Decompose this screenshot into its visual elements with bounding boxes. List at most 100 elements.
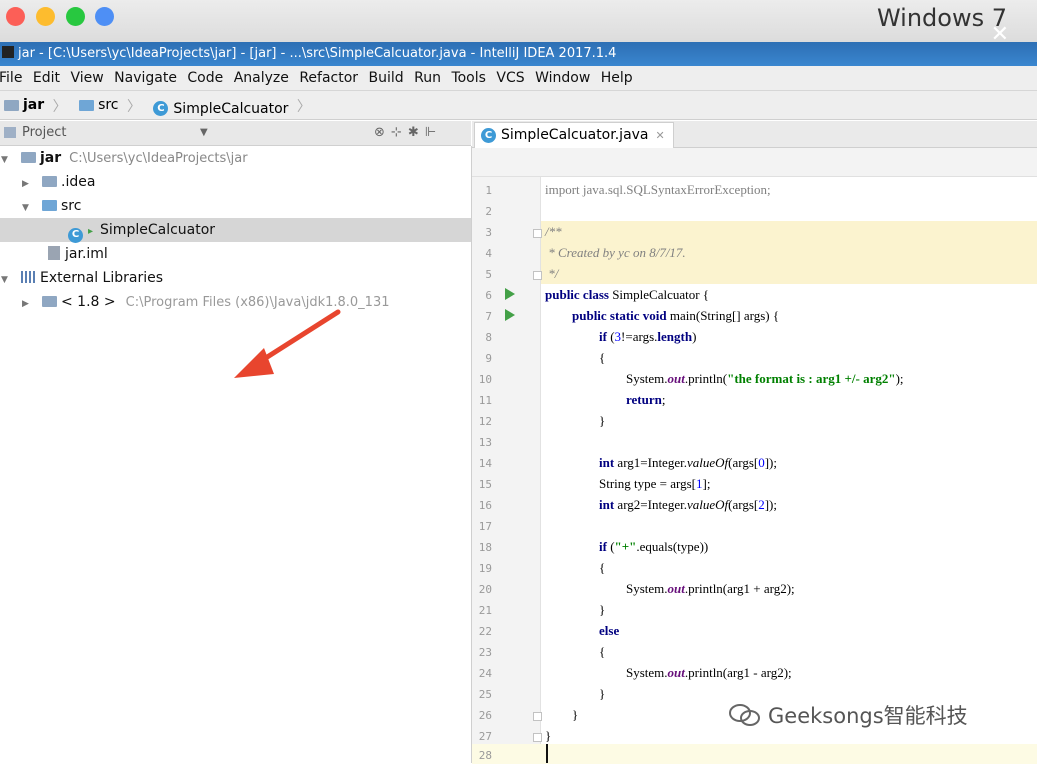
menu-edit[interactable]: Edit	[33, 66, 60, 90]
source-folder-icon	[42, 200, 57, 211]
code-token: arg2=Integer.	[617, 497, 687, 512]
code-token: out	[667, 371, 685, 386]
editor-tab-strip: C SimpleCalcuator.java ✕	[472, 121, 1037, 148]
code-line-15: String type = args[1];	[599, 476, 710, 492]
expand-arrow-icon[interactable]: ▼	[1, 268, 11, 292]
line-number: 8	[485, 331, 492, 344]
code-line-21: }	[599, 602, 606, 617]
menu-view[interactable]: View	[70, 66, 103, 90]
expand-arrow-icon[interactable]: ▼	[1, 148, 11, 172]
expand-arrow-icon[interactable]: ▶	[22, 292, 32, 316]
breadcrumb-label: jar	[23, 97, 45, 113]
code-token: int	[599, 497, 618, 512]
tree-item-simplecalcuator[interactable]: C ▸ SimpleCalcuator	[0, 218, 471, 243]
code-token: public class	[545, 287, 613, 302]
code-token: ];	[702, 476, 711, 491]
folder-icon	[4, 99, 19, 111]
fold-marker-icon[interactable]	[533, 229, 542, 238]
tab-label: SimpleCalcuator.java	[501, 127, 649, 143]
fold-marker-icon[interactable]	[533, 712, 542, 721]
chevron-down-icon[interactable]: ▼	[200, 121, 208, 145]
breadcrumb-src[interactable]: src	[79, 91, 119, 119]
code-token: ]);	[764, 455, 777, 470]
fold-marker-icon[interactable]	[533, 271, 542, 280]
tree-item-label: .idea	[61, 174, 96, 190]
line-number: 15	[478, 478, 492, 491]
code-token: System.	[626, 665, 668, 680]
code-line-19: {	[599, 560, 606, 575]
watermark: Geeksongs智能科技	[728, 700, 968, 730]
code-token: .equals(type))	[636, 539, 709, 554]
collapse-icon[interactable]: ⊹	[391, 125, 408, 140]
breadcrumb-jar[interactable]: jar	[4, 91, 44, 119]
breadcrumb-class[interactable]: C SimpleCalcuator	[153, 95, 288, 123]
menu-build[interactable]: Build	[369, 66, 404, 90]
line-number: 11	[478, 394, 492, 407]
code-line-23: {	[599, 644, 606, 659]
line-number: 22	[478, 625, 492, 638]
run-gutter-icon[interactable]	[505, 288, 515, 300]
menu-run[interactable]: Run	[414, 66, 441, 90]
menu-window[interactable]: Window	[535, 66, 590, 90]
line-number: 10	[478, 373, 492, 386]
tree-item-src[interactable]: ▼ src	[0, 194, 471, 218]
menu-tools[interactable]: Tools	[451, 66, 486, 90]
code-line-10: System.out.println("the format is : arg1…	[626, 371, 904, 387]
line-number: 3	[485, 226, 492, 239]
code-token: (args[	[728, 455, 759, 470]
menu-file[interactable]: File	[0, 66, 22, 90]
tree-item-idea[interactable]: ▶ .idea	[0, 170, 471, 194]
tree-item-jar-iml[interactable]: jar.iml	[0, 242, 471, 266]
breadcrumb-label: SimpleCalcuator	[173, 100, 289, 117]
fold-marker-icon[interactable]	[533, 733, 542, 742]
expand-arrow-icon[interactable]: ▼	[22, 196, 32, 220]
line-number: 13	[478, 436, 492, 449]
line-number: 4	[485, 247, 492, 260]
menu-help[interactable]: Help	[601, 66, 633, 90]
menu-analyze[interactable]: Analyze	[234, 66, 289, 90]
line-number: 9	[485, 352, 492, 365]
menu-navigate[interactable]: Navigate	[114, 66, 177, 90]
code-token: return	[626, 392, 662, 407]
gear-icon[interactable]: ✱	[408, 125, 425, 140]
line-number: 26	[478, 709, 492, 722]
code-line-20: System.out.println(arg1 + arg2);	[626, 581, 795, 597]
code-token: "+"	[614, 539, 637, 554]
code-token: !=args.	[621, 329, 658, 344]
minimize-traffic-light[interactable]	[36, 7, 55, 26]
expand-arrow-icon[interactable]: ▶	[22, 172, 32, 196]
sync-icon[interactable]: ⊗	[374, 125, 391, 140]
code-token: public static void	[572, 308, 670, 323]
close-icon[interactable]: ✕	[991, 24, 1009, 46]
tree-item-external-libraries[interactable]: ▼ External Libraries	[0, 266, 471, 290]
breadcrumb: jar 〉 src 〉 C SimpleCalcuator 〉	[0, 91, 1037, 120]
close-icon[interactable]: ✕	[656, 123, 665, 148]
menu-vcs[interactable]: VCS	[496, 66, 524, 90]
tree-item-jar[interactable]: ▼ jar C:\Users\yc\IdeaProjects\jar	[0, 146, 471, 170]
line-number: 24	[478, 667, 492, 680]
code-token: arg1=Integer.	[617, 455, 687, 470]
folder-icon	[42, 176, 57, 187]
code-line-24: System.out.println(arg1 - arg2);	[626, 665, 792, 681]
tab-simplecalcuator-java[interactable]: C SimpleCalcuator.java ✕	[474, 122, 674, 148]
code-line-9: {	[599, 350, 606, 365]
code-line-14: int arg1=Integer.valueOf(args[0]);	[599, 455, 777, 471]
extra-traffic-light[interactable]	[95, 7, 114, 26]
code-token: .println(arg1 - arg2);	[684, 665, 792, 680]
menu-refactor[interactable]: Refactor	[299, 66, 358, 90]
zoom-traffic-light[interactable]	[66, 7, 85, 26]
editor-breadcrumb-strip	[472, 148, 1037, 177]
close-traffic-light[interactable]	[6, 7, 25, 26]
code-line-5: */	[545, 266, 559, 281]
watermark-text: Geeksongs智能科技	[768, 704, 968, 728]
line-number: 27	[478, 730, 492, 743]
project-panel-title[interactable]: Project	[22, 121, 66, 145]
code-token: SimpleCalcuator {	[612, 287, 710, 302]
run-gutter-icon[interactable]	[505, 309, 515, 321]
class-icon: C	[481, 128, 496, 143]
tree-item-label: src	[61, 198, 82, 214]
code-line-6: public class SimpleCalcuator {	[545, 287, 709, 303]
hide-panel-icon[interactable]: ⊩	[425, 125, 442, 140]
menu-code[interactable]: Code	[187, 66, 223, 90]
code-token: String type = args[	[599, 476, 696, 491]
